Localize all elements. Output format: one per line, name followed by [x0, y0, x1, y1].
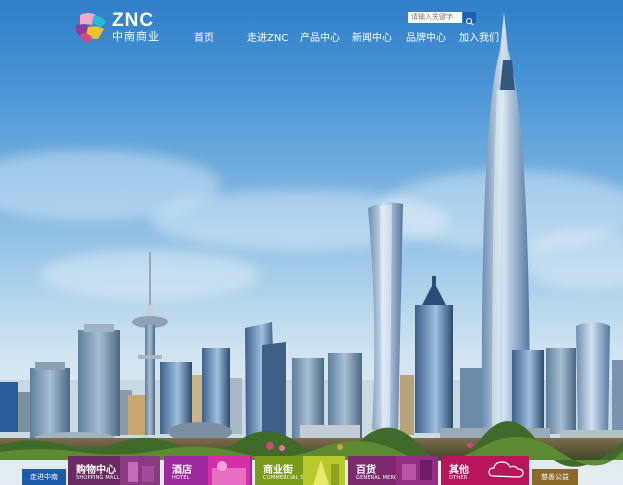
nav-item-news[interactable]: 新闻中心 — [352, 29, 392, 45]
shopping-mall-thumbnail — [120, 456, 160, 485]
city-skyline-image — [0, 12, 623, 467]
category-title: 其他 — [449, 465, 469, 476]
nav-item-join[interactable]: 加入我们 — [459, 29, 499, 45]
category-subtitle: SHOPPING MALL — [76, 475, 120, 481]
search-box — [408, 12, 476, 26]
logo-subtitle: 中南商业 — [112, 30, 160, 43]
logo-text: ZNC — [112, 10, 155, 31]
nav-item-about[interactable]: 走进ZNC — [247, 29, 288, 45]
brand-logo[interactable]: ZNC 中南商业 — [74, 11, 172, 45]
commercial-street-thumbnail — [303, 456, 345, 485]
category-commercial-street[interactable]: 商业街 COMMERCIAL STREET — [255, 456, 345, 485]
category-title: 商业街 — [263, 465, 293, 476]
category-subtitle: OTHER — [449, 475, 468, 481]
category-title: 购物中心 — [76, 465, 116, 476]
nav-item-products[interactable]: 产品中心 — [300, 29, 340, 45]
charity-badge-button[interactable]: 慈善公益 — [532, 469, 578, 485]
search-input[interactable] — [408, 12, 462, 23]
category-title: 酒店 — [172, 465, 192, 476]
category-general-merchandise[interactable]: 百货 GENERAL MERCHANDISE — [348, 456, 438, 485]
logo-mark-icon — [76, 13, 106, 43]
category-hotel[interactable]: 酒店 HOTEL — [164, 456, 252, 485]
category-title: 百货 — [356, 465, 376, 476]
hotel-thumbnail — [208, 456, 250, 485]
nav-item-home[interactable]: 首页 — [194, 29, 214, 45]
category-other[interactable]: 其他 OTHER — [441, 456, 529, 485]
search-button[interactable] — [463, 12, 476, 26]
category-shopping-mall[interactable]: 购物中心 SHOPPING MALL — [68, 456, 160, 485]
about-badge-button[interactable]: 走进中南 — [22, 469, 66, 485]
search-icon — [465, 17, 474, 26]
cloud-icon — [488, 461, 524, 478]
nav-item-brands[interactable]: 品牌中心 — [406, 29, 446, 45]
hero-banner: ZNC 中南商业 首页 走进ZNC 产品中心 新闻中心 品牌中心 加入我们 走进… — [0, 0, 623, 485]
category-subtitle: HOTEL — [172, 475, 190, 481]
general-merchandise-thumbnail — [396, 456, 438, 485]
